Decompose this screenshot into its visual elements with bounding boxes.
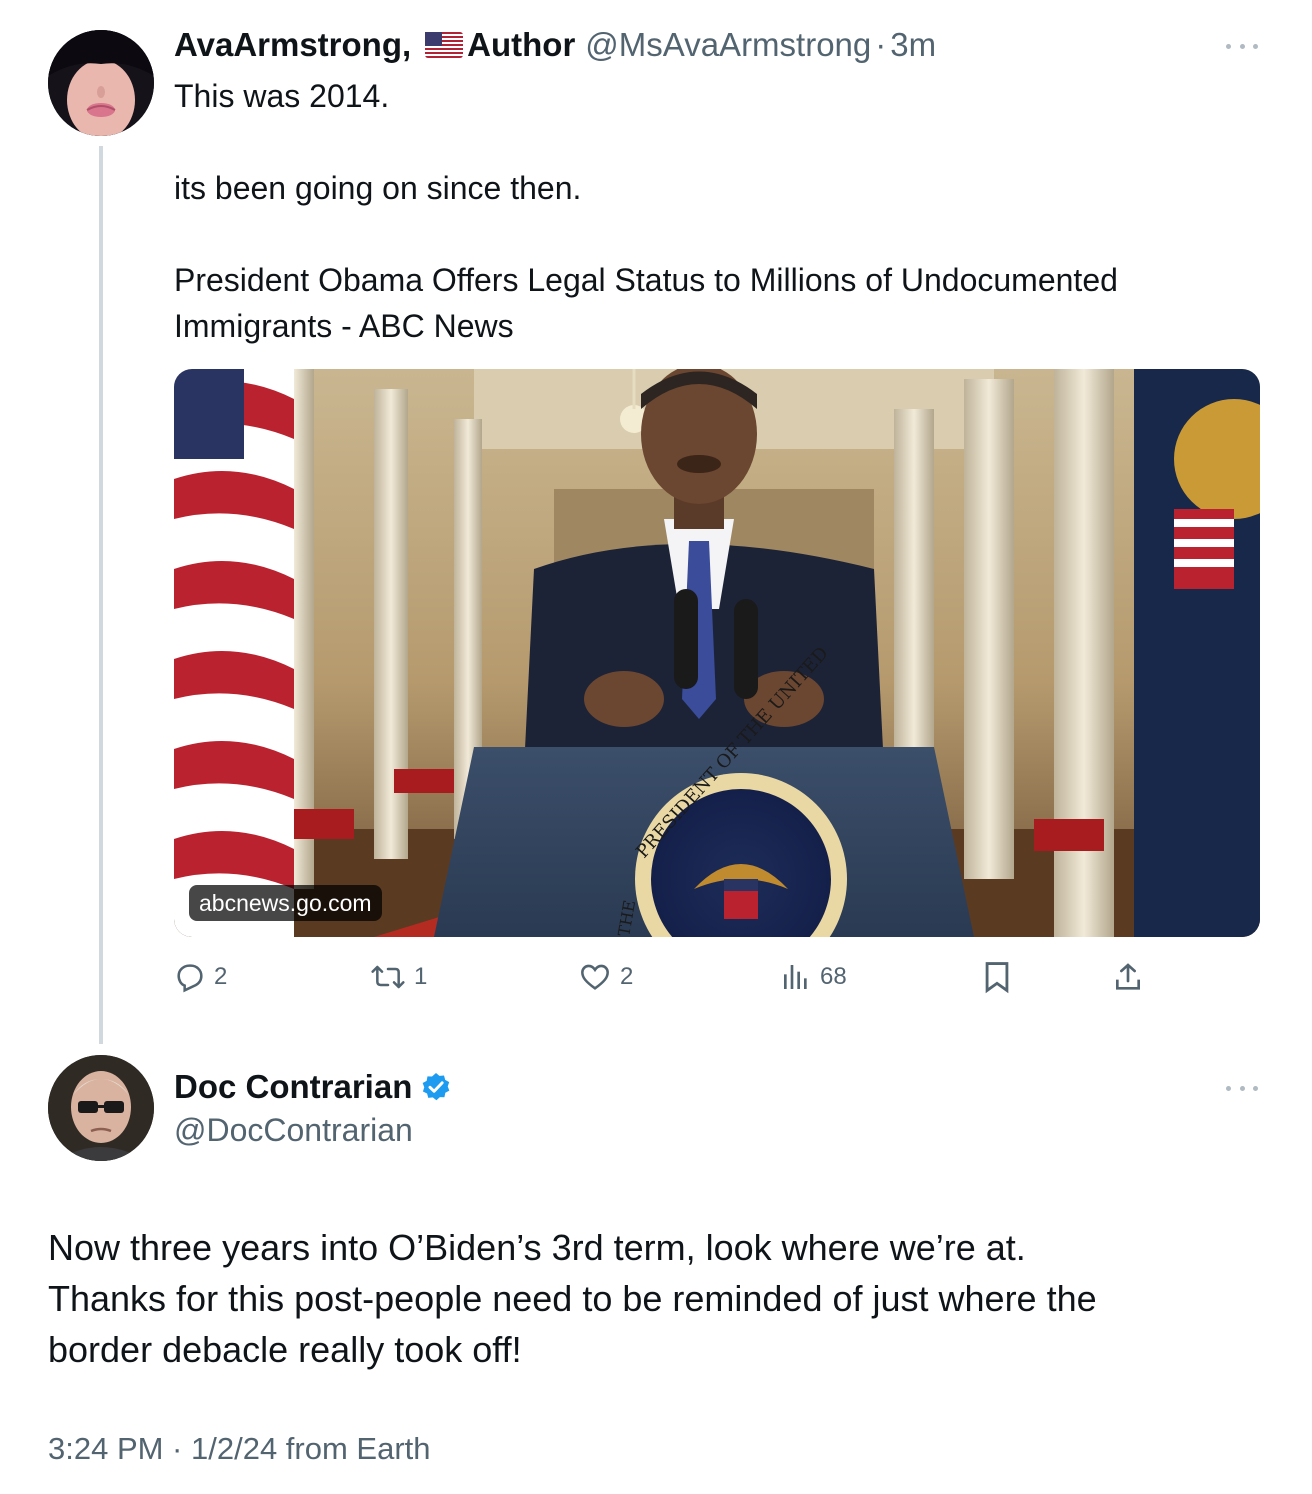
user-handle[interactable]: @MsAvaArmstrong xyxy=(585,26,871,64)
tweet-text-line: Now three years into O’Biden’s 3rd term,… xyxy=(48,1227,1026,1268)
tweet2-header: Doc Contrarian xyxy=(174,1064,452,1110)
views-button[interactable]: 68 xyxy=(780,954,847,1000)
tweet-text-line: Immigrants - ABC News xyxy=(174,308,514,344)
heart-icon xyxy=(581,964,609,990)
like-count: 2 xyxy=(620,963,634,990)
retweet-count: 1 xyxy=(414,963,428,990)
bookmark-icon xyxy=(985,962,1009,994)
link-card[interactable]: PRESIDENT OF THE UNITED THE xyxy=(174,369,1260,937)
separator-dot: · xyxy=(875,26,887,63)
tweet1-text: This was 2014. its been going on since t… xyxy=(174,73,1254,349)
more-options-icon[interactable] xyxy=(1222,1076,1262,1100)
tweet-text-line: This was 2014. xyxy=(174,78,390,114)
tweet-text-line: Thanks for this post-people need to be r… xyxy=(48,1278,1097,1319)
retweet-icon xyxy=(371,965,405,989)
views-chart-icon xyxy=(784,965,807,989)
verified-badge-icon xyxy=(423,1073,450,1101)
tweet-text-line: border debacle really took off! xyxy=(48,1329,522,1370)
more-options-icon[interactable] xyxy=(1222,34,1262,58)
user-handle[interactable]: @DocContrarian xyxy=(174,1108,413,1152)
tweet1-header: AvaArmstrong, Author @MsAvaArmstrong · 3… xyxy=(174,22,936,68)
views-count: 68 xyxy=(820,963,847,990)
tweet-action-bar: 2 1 2 68 xyxy=(174,954,1260,1000)
bookmark-button[interactable] xyxy=(982,954,1012,1000)
avatar-image xyxy=(48,30,154,136)
avatar-image xyxy=(48,1055,154,1161)
link-card-image: PRESIDENT OF THE UNITED THE xyxy=(174,369,1260,937)
link-card-domain: abcnews.go.com xyxy=(189,885,382,921)
display-name-suffix[interactable]: Author xyxy=(467,26,575,64)
tweet-text-line: President Obama Offers Legal Status to M… xyxy=(174,262,1118,298)
author-avatar[interactable] xyxy=(48,30,154,136)
reply-button[interactable]: 2 xyxy=(174,954,227,1000)
timestamp[interactable]: 3m xyxy=(890,26,936,64)
tweet-text-line: its been going on since then. xyxy=(174,170,582,206)
display-name[interactable]: AvaArmstrong, xyxy=(174,26,411,64)
us-flag-icon xyxy=(425,32,464,58)
author-avatar[interactable] xyxy=(48,1055,154,1161)
retweet-button[interactable]: 1 xyxy=(370,954,427,1000)
share-icon xyxy=(1116,963,1140,990)
tweet-timestamp-source[interactable]: 3:24 PM · 1/2/24 from Earth xyxy=(48,1428,431,1470)
share-button[interactable] xyxy=(1112,954,1144,1000)
reply-icon xyxy=(177,964,203,993)
display-name[interactable]: Doc Contrarian xyxy=(174,1068,412,1106)
thread-connector-line xyxy=(99,146,103,1044)
tweet2-text: Now three years into O’Biden’s 3rd term,… xyxy=(48,1222,1268,1375)
reply-count: 2 xyxy=(214,963,228,990)
like-button[interactable]: 2 xyxy=(578,954,633,1000)
